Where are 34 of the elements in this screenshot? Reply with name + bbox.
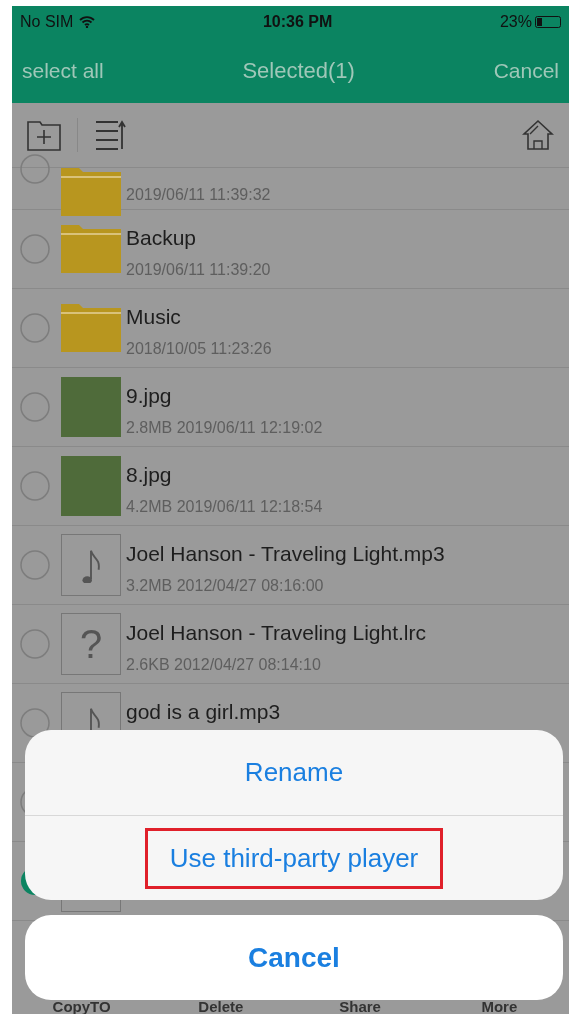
sort-icon[interactable] bbox=[94, 119, 128, 151]
photo-placeholder bbox=[61, 377, 121, 437]
new-folder-icon[interactable] bbox=[27, 119, 61, 151]
cancel-button[interactable]: Cancel bbox=[493, 54, 559, 87]
file-details: 2019/06/11 11:39:20 bbox=[126, 259, 271, 280]
carrier-label: No SIM bbox=[20, 12, 74, 32]
file-name: 8.jpg bbox=[126, 462, 173, 488]
home-icon[interactable] bbox=[522, 119, 554, 151]
folder-icon bbox=[61, 225, 121, 273]
folder-icon bbox=[61, 304, 121, 352]
file-details: 2.6KB 2012/04/27 08:14:10 bbox=[126, 654, 322, 675]
file-details: 4.2MB 2019/06/11 12:18:54 bbox=[126, 496, 323, 517]
clock: 10:36 PM bbox=[262, 12, 333, 32]
wifi-icon bbox=[79, 16, 96, 28]
unknown-file-icon: ? bbox=[61, 613, 121, 675]
battery-icon bbox=[535, 16, 561, 28]
file-name: god is a girl.mp3 bbox=[126, 699, 281, 725]
file-name: Music bbox=[126, 304, 182, 330]
file-details: 2018/10/05 11:23:26 bbox=[126, 338, 272, 359]
action-button[interactable]: Use third-party player bbox=[144, 827, 444, 889]
file-details: 2019/06/11 11:39:32 bbox=[126, 185, 271, 205]
folder-icon bbox=[61, 168, 121, 216]
file-name: Joel Hanson - Traveling Light.lrc bbox=[126, 620, 426, 646]
file-details: 2.8MB 2019/06/11 12:19:02 bbox=[126, 417, 323, 438]
photo-placeholder bbox=[61, 456, 121, 516]
select-all-button[interactable]: select all bbox=[22, 54, 104, 87]
screen-title: Selected(1) bbox=[242, 57, 355, 85]
cancel-button[interactable]: Cancel bbox=[25, 915, 563, 1000]
file-details: 3.2MB 2012/04/27 08:16:00 bbox=[126, 575, 325, 596]
action-button[interactable]: Rename bbox=[219, 742, 369, 803]
file-name: Backup bbox=[126, 225, 198, 251]
file-name: 9.jpg bbox=[126, 383, 173, 409]
battery-percent: 23% bbox=[499, 12, 532, 32]
file-name: Joel Hanson - Traveling Light.mp3 bbox=[126, 541, 445, 567]
